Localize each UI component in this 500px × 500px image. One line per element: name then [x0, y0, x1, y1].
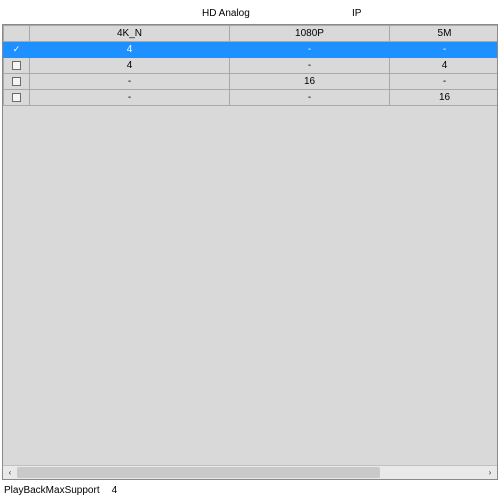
horizontal-scrollbar[interactable]: ‹ › [3, 465, 497, 479]
table-row[interactable]: - - 16 [4, 90, 499, 106]
cell[interactable]: 4 [390, 58, 499, 74]
cell[interactable]: - [390, 74, 499, 90]
col-header-4kn[interactable]: 4K_N [30, 26, 230, 42]
col-header-5m[interactable]: 5M [390, 26, 499, 42]
row-selector[interactable] [4, 74, 30, 90]
cell[interactable]: - [30, 90, 230, 106]
row-selector[interactable] [4, 90, 30, 106]
playback-max-label: PlayBackMaxSupport [4, 485, 100, 496]
cell[interactable]: - [390, 42, 499, 58]
cell[interactable]: - [230, 42, 390, 58]
cell[interactable]: - [230, 58, 390, 74]
group-ip-label: IP [352, 8, 442, 19]
column-group-header: HD Analog IP [2, 2, 498, 24]
cell[interactable]: 4 [30, 42, 230, 58]
table-panel: 4K_N 1080P 5M 4 - - [2, 24, 498, 480]
checkbox-icon[interactable] [12, 93, 21, 102]
cell[interactable]: 4 [30, 58, 230, 74]
scroll-left-arrow-icon[interactable]: ‹ [3, 466, 17, 479]
scroll-right-arrow-icon[interactable]: › [483, 466, 497, 479]
table-row[interactable]: 4 - - [4, 42, 499, 58]
checkbox-icon[interactable] [12, 61, 21, 70]
check-icon [13, 44, 21, 55]
cell[interactable]: 16 [230, 74, 390, 90]
cell[interactable]: - [30, 74, 230, 90]
cell[interactable]: - [230, 90, 390, 106]
scroll-track[interactable] [17, 466, 483, 479]
footer: PlayBackMaxSupport 4 [2, 480, 498, 500]
col-header-1080p[interactable]: 1080P [230, 26, 390, 42]
table-header-row: 4K_N 1080P 5M [4, 26, 499, 42]
table-row[interactable]: - 16 - [4, 74, 499, 90]
checkbox-icon[interactable] [12, 77, 21, 86]
corner-cell [4, 26, 30, 42]
table-empty-area [3, 106, 497, 465]
table-row[interactable]: 4 - 4 [4, 58, 499, 74]
row-selector[interactable] [4, 42, 30, 58]
resolution-table: 4K_N 1080P 5M 4 - - [3, 25, 498, 106]
window: HD Analog IP 4K_N 1080P 5M [0, 0, 500, 500]
row-selector[interactable] [4, 58, 30, 74]
playback-max-value: 4 [112, 485, 118, 496]
cell[interactable]: 16 [390, 90, 499, 106]
group-analog-label: HD Analog [202, 8, 292, 19]
scroll-thumb[interactable] [17, 467, 380, 478]
